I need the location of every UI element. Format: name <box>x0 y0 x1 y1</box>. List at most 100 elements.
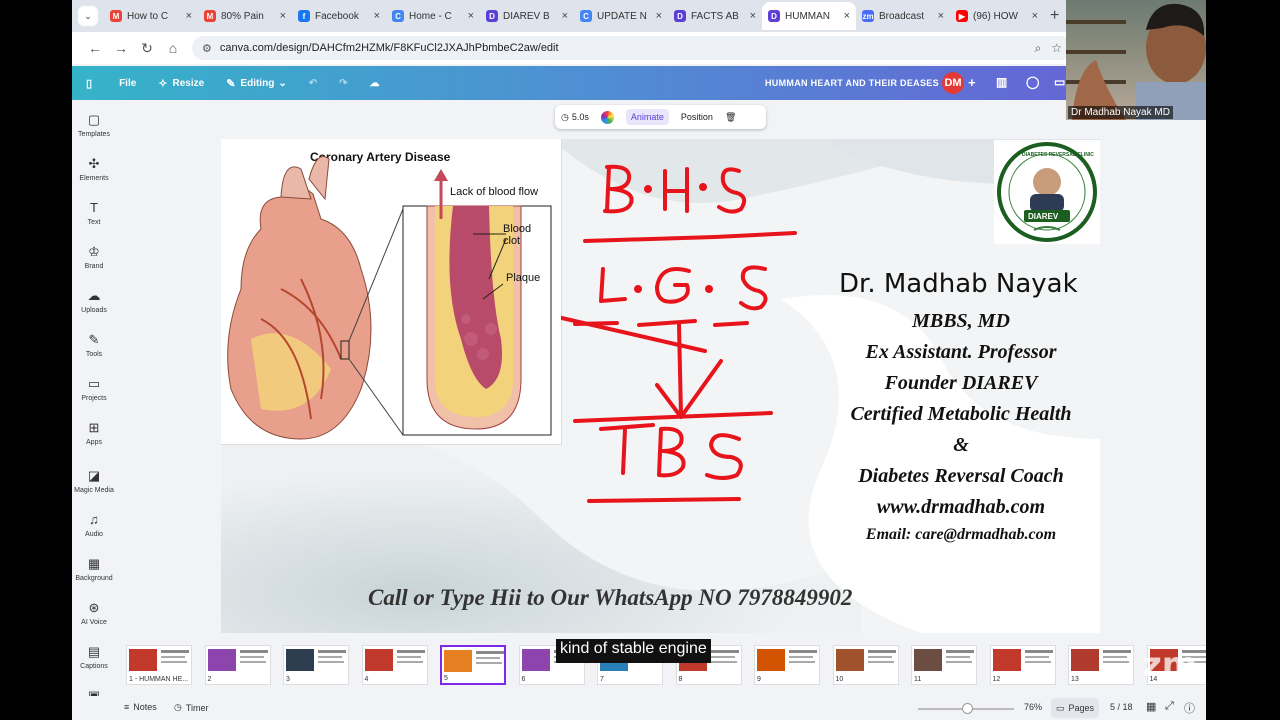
add-collaborator-icon[interactable]: + <box>968 75 976 90</box>
page-thumbnail[interactable]: 2 <box>204 645 271 685</box>
close-tab-icon[interactable]: × <box>656 10 662 22</box>
animate-button[interactable]: Animate <box>625 109 669 125</box>
page-thumbnail[interactable]: 10 <box>832 645 899 685</box>
back-icon[interactable]: ← <box>82 40 108 56</box>
thumbnail-text-line <box>710 650 739 653</box>
pages-button[interactable]: ▭ Pages <box>1051 698 1099 718</box>
canva-header: ▯ File ✧ Resize ✎ Editing ⌄ ↶ ↷ ☁ HUMMAN HE… <box>72 66 1206 100</box>
new-tab-button[interactable]: + <box>1050 7 1059 25</box>
audio-icon: ♫ <box>89 512 99 527</box>
notes-button[interactable]: ≡ Notes <box>124 702 157 712</box>
slide-canvas[interactable]: Coronary Artery Disease Lack of blood fl… <box>221 139 1100 633</box>
file-menu[interactable]: File <box>119 78 136 89</box>
close-tab-icon[interactable]: × <box>374 10 380 22</box>
sidebar-item-ai-voice[interactable]: ⊛ AI Voice <box>72 600 116 626</box>
close-tab-icon[interactable]: × <box>280 10 286 22</box>
page-thumbnail[interactable]: 5 <box>440 645 506 685</box>
tab-search-button[interactable]: ⌄ <box>78 6 98 26</box>
browser-tab[interactable]: M How to C × <box>104 2 198 30</box>
duration-button[interactable]: ◷ 5.0s <box>561 112 589 123</box>
sidebar-item-uploads[interactable]: ☁ Uploads <box>72 288 116 314</box>
notes-icon: ≡ <box>124 702 130 712</box>
thumbnail-text-line <box>476 662 502 664</box>
browser-tab[interactable]: ▶ (96) HOW × <box>950 2 1044 30</box>
sidebar-item-captions[interactable]: ▤ Captions <box>72 644 116 670</box>
grid-view-icon[interactable]: ▦ <box>1146 700 1156 713</box>
close-tab-icon[interactable]: × <box>750 10 756 22</box>
logo-ring-text: DIABETES REVERSAL CLINIC <box>1022 152 1094 158</box>
undo-icon[interactable]: ↶ <box>309 78 317 89</box>
resize-button[interactable]: ✧ Resize <box>158 77 204 90</box>
timer-button[interactable]: ◷ Timer <box>174 702 209 713</box>
thumbnail-text-line <box>476 657 500 659</box>
sidebar-item-elements[interactable]: ✣ Elements <box>72 156 116 182</box>
browser-tab[interactable]: C UPDATE N × <box>574 2 668 30</box>
url-text: canva.com/design/DAHCfm2HZMk/F8KFuCl2JXA… <box>219 42 559 54</box>
thumbnail-text-line <box>1024 661 1051 663</box>
home-icon[interactable]: ⌂ <box>160 40 186 56</box>
close-tab-icon[interactable]: × <box>844 10 850 22</box>
editing-dropdown[interactable]: ✎ Editing ⌄ <box>226 77 287 90</box>
sidebar-item-templates[interactable]: ▢ Templates <box>72 112 116 138</box>
redo-icon[interactable]: ↷ <box>339 78 347 89</box>
position-button[interactable]: Position <box>681 112 713 122</box>
browser-tab[interactable]: D FACTS AB × <box>668 2 762 30</box>
browser-tab[interactable]: M 80% Pain × <box>198 2 292 30</box>
sidebar-item-background[interactable]: ▦ Background <box>72 556 116 582</box>
browser-tab[interactable]: zm Broadcast × <box>856 2 950 30</box>
url-field[interactable]: ⚙ canva.com/design/DAHCfm2HZMk/F8KFuCl2J… <box>192 36 1072 60</box>
comment-icon[interactable]: ◯ <box>1026 75 1039 89</box>
page-number: 7 <box>600 676 604 683</box>
ai-voice-icon: ⊛ <box>88 600 100 615</box>
sidebar-item-magic-media[interactable]: ◪ Magic Media <box>72 468 116 494</box>
browser-tab[interactable]: D DIAREV B × <box>480 2 574 30</box>
background-icon: ▦ <box>87 556 101 571</box>
elements-icon: ✣ <box>88 156 100 171</box>
sidebar-item-projects[interactable]: ▭ Projects <box>72 376 116 402</box>
page-thumbnail[interactable]: 3 <box>283 645 349 685</box>
color-button[interactable] <box>600 110 614 124</box>
sidebar-item-tools[interactable]: ✎ Tools <box>72 332 116 358</box>
browser-tab[interactable]: f Facebook × <box>292 2 386 30</box>
bookmark-star-icon[interactable]: ☆ <box>1051 41 1062 55</box>
page-thumbnail[interactable]: 1 - HUMMAN HE... <box>126 645 192 685</box>
tab-favicon-icon: f <box>298 10 310 22</box>
page-thumbnail[interactable]: 12 <box>989 645 1056 685</box>
handwritten-annotations[interactable] <box>561 139 831 519</box>
zoom-level[interactable]: 76% <box>1024 702 1042 712</box>
reload-icon[interactable]: ↻ <box>134 40 160 57</box>
browser-tab[interactable]: C Home - C × <box>386 2 480 30</box>
insights-icon[interactable]: ▥ <box>996 75 1007 89</box>
zoom-slider-handle[interactable] <box>962 703 973 714</box>
browser-tab[interactable]: D HUMMAN × <box>762 2 856 30</box>
forward-icon[interactable]: → <box>108 40 134 56</box>
document-title[interactable]: HUMMAN HEART AND THEIR DEASES <box>765 78 939 88</box>
page-thumbnail[interactable]: 9 <box>754 645 820 685</box>
page-thumbnail[interactable]: 11 <box>911 645 977 685</box>
close-tab-icon[interactable]: × <box>938 10 944 22</box>
page-thumbnail[interactable]: 13 <box>1068 645 1134 685</box>
site-info-icon[interactable]: ⚙ <box>202 42 212 55</box>
close-tab-icon[interactable]: × <box>186 10 192 22</box>
page-thumbnail[interactable]: 4 <box>361 645 428 685</box>
sidebar-item-text[interactable]: T Text <box>72 200 116 226</box>
zoom-icon[interactable]: ⌕ <box>1035 41 1042 56</box>
present-icon[interactable]: ▭ <box>1054 75 1065 89</box>
tab-favicon-icon: zm <box>862 10 874 22</box>
close-tab-icon[interactable]: × <box>1032 10 1038 22</box>
help-icon[interactable]: ⓘ <box>1184 700 1195 716</box>
thumbnail-image <box>835 649 864 671</box>
chevron-down-icon: ⌄ <box>278 77 287 89</box>
trash-icon[interactable]: 🗑 <box>725 112 736 123</box>
menu-icon[interactable]: ▯ <box>86 77 97 90</box>
close-tab-icon[interactable]: × <box>468 10 474 22</box>
cloud-save-icon[interactable]: ☁ <box>369 78 379 89</box>
fullscreen-icon[interactable]: ⤢ <box>1165 700 1174 713</box>
resize-icon: ✧ <box>158 77 168 90</box>
whatsapp-line: Call or Type Hii to Our WhatsApp NO 7978… <box>368 585 853 610</box>
sidebar-item-brand[interactable]: ♔ Brand <box>72 244 116 270</box>
avatar[interactable]: DM <box>942 72 964 94</box>
close-tab-icon[interactable]: × <box>562 10 568 22</box>
sidebar-item-audio[interactable]: ♫ Audio <box>72 512 116 538</box>
sidebar-item-apps[interactable]: ⊞ Apps <box>72 420 116 446</box>
